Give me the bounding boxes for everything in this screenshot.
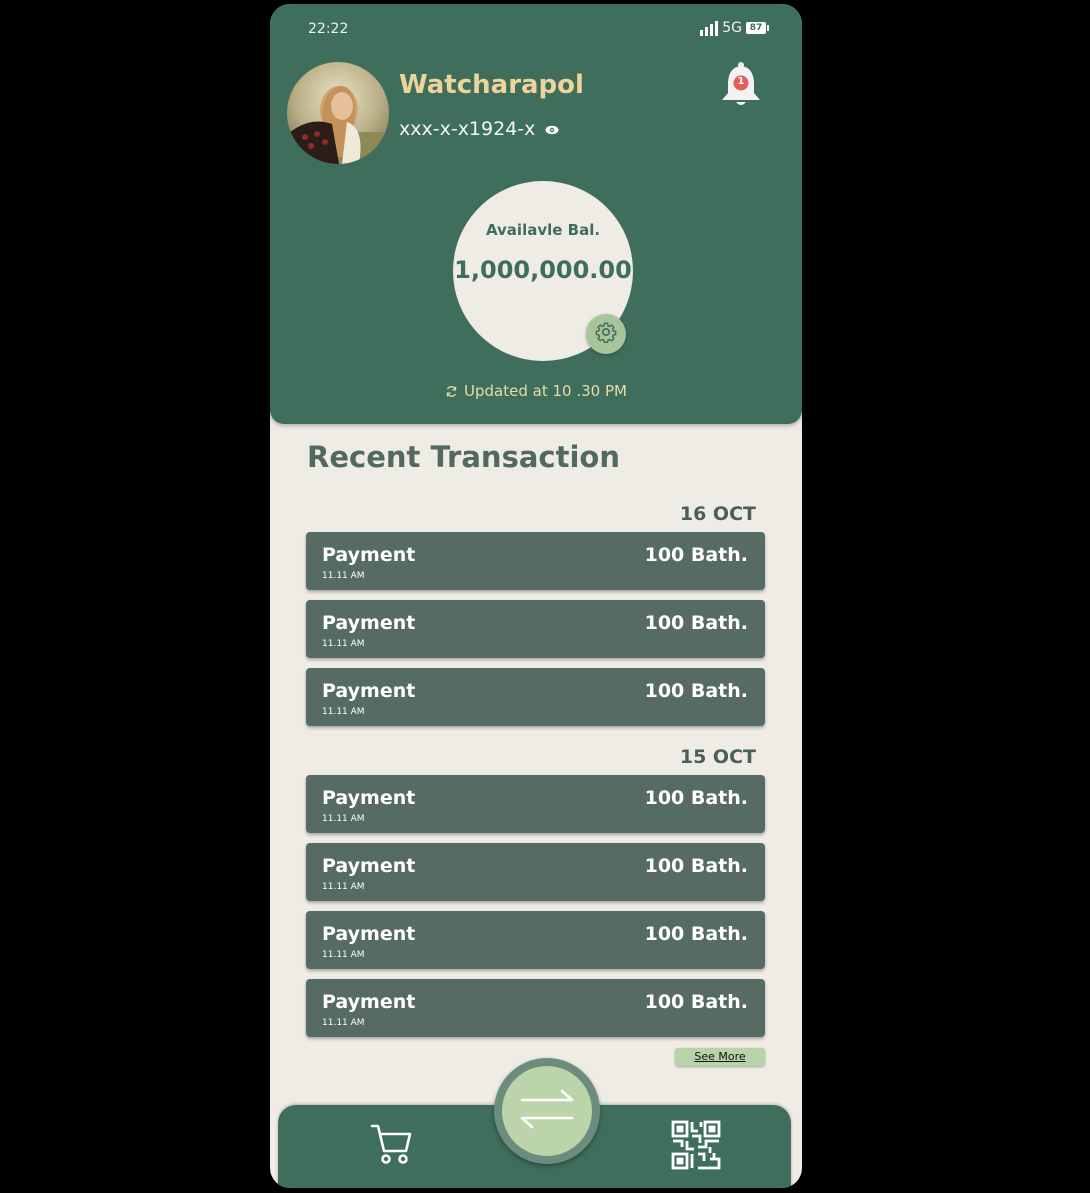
- transfer-icon: [516, 1087, 578, 1135]
- transaction-time: 11.11 AM: [322, 950, 365, 960]
- notification-badge-count: 1: [737, 76, 745, 87]
- transaction-title: Payment: [322, 680, 416, 702]
- balance-updated-row: Updated at 10 .30 PM: [270, 382, 802, 402]
- notification-bell-icon[interactable]: 1: [716, 60, 766, 110]
- date-header: 16 OCT: [679, 503, 756, 525]
- qr-code-icon[interactable]: [670, 1119, 722, 1175]
- refresh-icon[interactable]: [445, 384, 458, 402]
- avatar[interactable]: [287, 62, 389, 164]
- transaction-title: Payment: [322, 787, 416, 809]
- transaction-title: Payment: [322, 855, 416, 877]
- transaction-title: Payment: [322, 923, 416, 945]
- transaction-amount: 100 Bath.: [644, 787, 748, 809]
- transaction-time: 11.11 AM: [322, 814, 365, 824]
- balance-settings-button[interactable]: [586, 314, 626, 354]
- balance-label: Availavle Bal.: [485, 221, 601, 239]
- recent-transaction-title: Recent Transaction: [307, 440, 620, 474]
- transaction-amount: 100 Bath.: [644, 680, 748, 702]
- transaction-row[interactable]: Payment 11.11 AM 100 Bath.: [306, 600, 765, 658]
- transaction-time: 11.11 AM: [322, 707, 365, 717]
- transaction-time: 11.11 AM: [322, 1018, 365, 1028]
- transaction-amount: 100 Bath.: [644, 855, 748, 877]
- user-name: Watcharapol: [399, 70, 584, 100]
- see-more-button[interactable]: See More: [675, 1048, 765, 1066]
- gear-icon: [595, 321, 617, 347]
- transaction-title: Payment: [322, 612, 416, 634]
- transaction-amount: 100 Bath.: [644, 544, 748, 566]
- transaction-row[interactable]: Payment 11.11 AM 100 Bath.: [306, 843, 765, 901]
- transaction-row[interactable]: Payment 11.11 AM 100 Bath.: [306, 668, 765, 726]
- battery-icon: 87: [746, 22, 769, 34]
- balance-value: 1,000,000.00: [454, 256, 632, 284]
- status-time: 22:22: [308, 21, 349, 37]
- transaction-amount: 100 Bath.: [644, 923, 748, 945]
- transaction-row[interactable]: Payment 11.11 AM 100 Bath.: [306, 775, 765, 833]
- cart-icon[interactable]: [370, 1121, 414, 1169]
- transaction-amount: 100 Bath.: [644, 991, 748, 1013]
- account-number: xxx-x-x1924-x: [399, 118, 536, 140]
- transaction-time: 11.11 AM: [322, 571, 365, 581]
- transaction-time: 11.11 AM: [322, 882, 365, 892]
- transaction-row[interactable]: Payment 11.11 AM 100 Bath.: [306, 979, 765, 1037]
- date-header: 15 OCT: [679, 746, 756, 768]
- transaction-title: Payment: [322, 991, 416, 1013]
- transaction-amount: 100 Bath.: [644, 612, 748, 634]
- network-type: 5G: [722, 20, 742, 36]
- eye-icon[interactable]: [545, 118, 559, 140]
- phone-screen: 22:22 5G 87 Watcharapol xxx-x-x1924-x 1 …: [270, 4, 802, 1188]
- transaction-row[interactable]: Payment 11.11 AM 100 Bath.: [306, 532, 765, 590]
- updated-text: Updated at 10 .30 PM: [464, 382, 627, 400]
- status-indicators: 5G 87: [700, 20, 769, 36]
- transfer-button-inner: [502, 1066, 592, 1156]
- header-panel: 22:22 5G 87 Watcharapol xxx-x-x1924-x 1 …: [270, 4, 802, 424]
- account-number-row: xxx-x-x1924-x: [399, 118, 559, 140]
- signal-icon: [700, 20, 719, 36]
- transaction-row[interactable]: Payment 11.11 AM 100 Bath.: [306, 911, 765, 969]
- transaction-title: Payment: [322, 544, 416, 566]
- transfer-button[interactable]: [494, 1058, 600, 1164]
- transaction-time: 11.11 AM: [322, 639, 365, 649]
